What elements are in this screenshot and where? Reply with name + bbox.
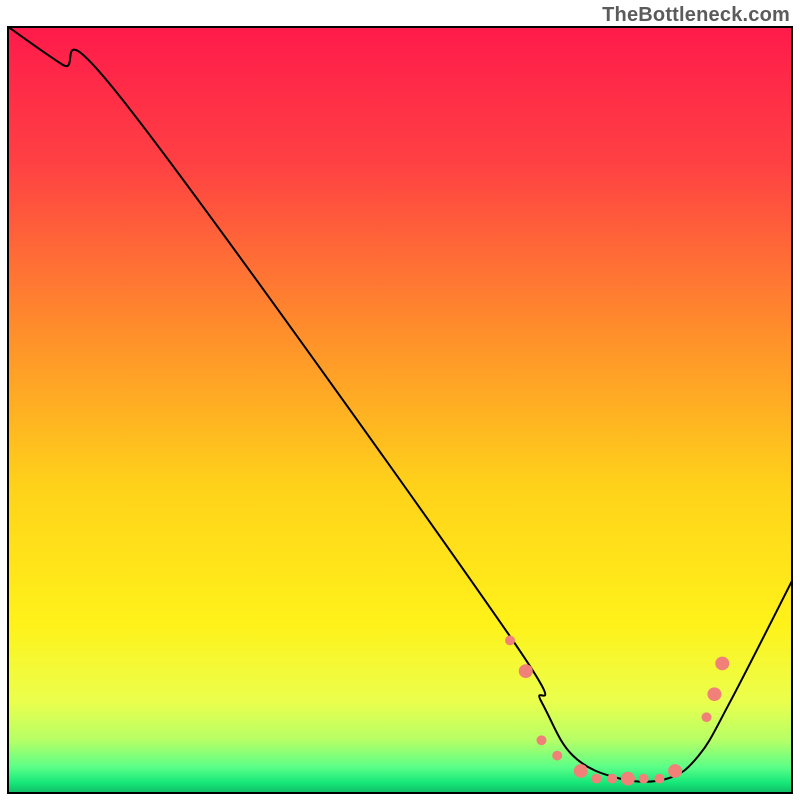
chart-frame: TheBottleneck.com [0,0,800,800]
background-gradient [7,26,793,794]
attribution-text: TheBottleneck.com [602,4,790,27]
plot-area [7,26,793,794]
